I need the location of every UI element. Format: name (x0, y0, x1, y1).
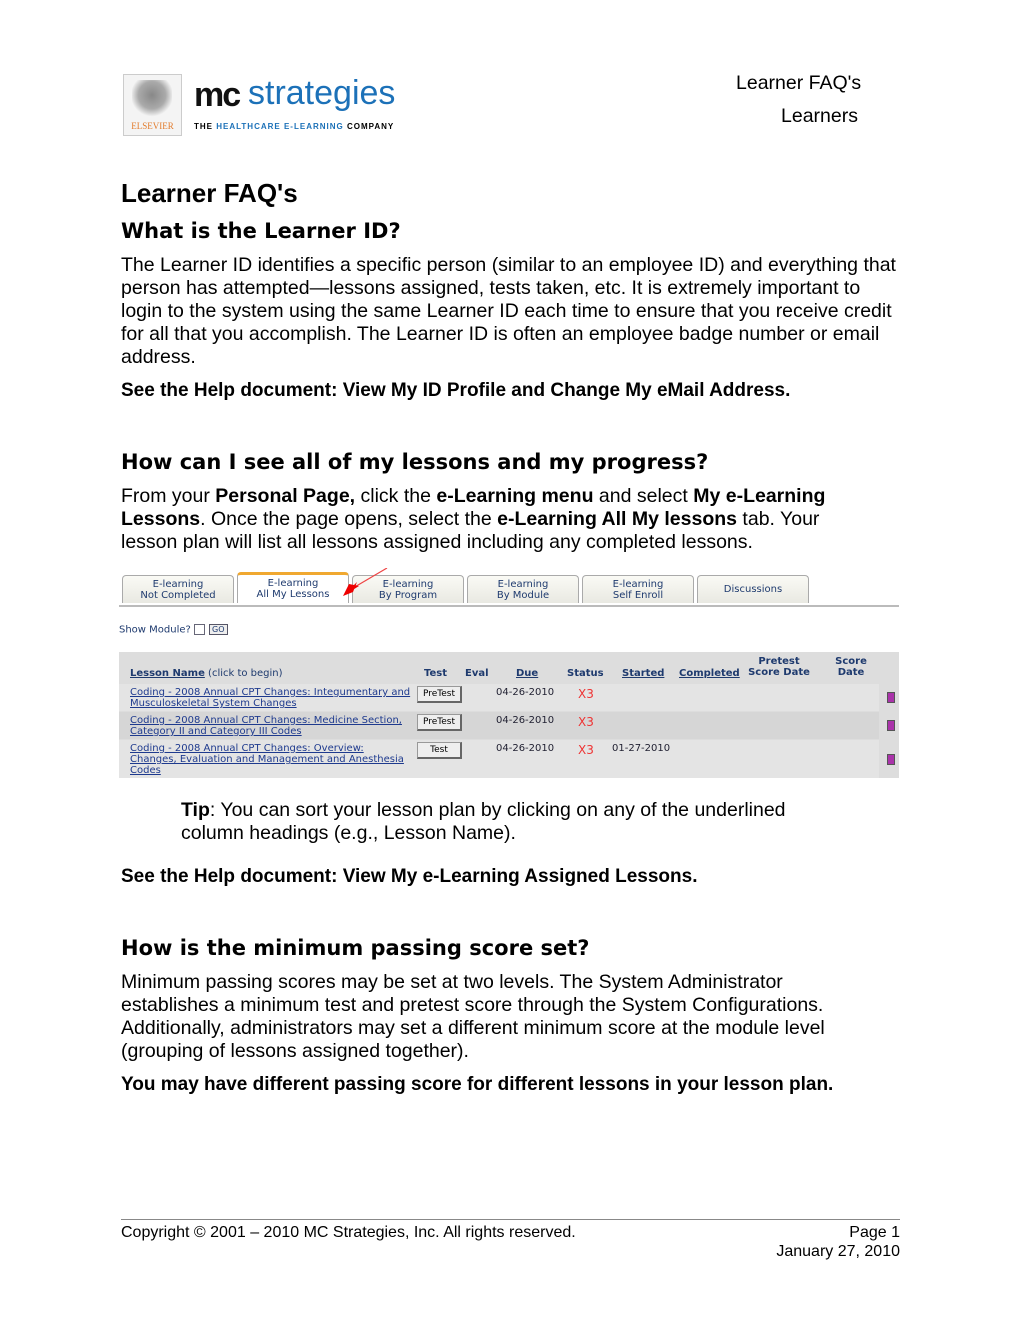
help-reference: See the Help document: View My ID Profil… (121, 380, 791, 401)
status-incomplete-icon: X3 (578, 743, 594, 757)
tab-label: Discussions (723, 584, 783, 595)
logo-tagline: THE HEALTHCARE E-LEARNING COMPANY (194, 122, 395, 131)
tab-label: E-learning (152, 579, 204, 590)
show-module: Show Module? GO (119, 624, 228, 636)
tab-label: E-learning (267, 578, 319, 589)
text-run: From your (121, 485, 216, 507)
col-pretest-score-date: Pretest Score Date (748, 656, 810, 678)
section-body: From your Personal Page, click the e-Lea… (121, 485, 861, 554)
book-icon[interactable] (887, 692, 895, 703)
tree-icon (132, 80, 172, 118)
text-run: click the (355, 485, 437, 507)
elsevier-logo: ELSEVIER (123, 74, 182, 136)
footer-divider (121, 1219, 900, 1220)
page-title: Learner FAQ's (121, 178, 298, 208)
due-date: 04-26-2010 (496, 743, 555, 754)
doc-date: January 27, 2010 (776, 1243, 900, 1260)
show-module-checkbox[interactable] (194, 624, 206, 635)
book-icon[interactable] (887, 720, 895, 731)
table-row: Coding - 2008 Annual CPT Changes: Integu… (119, 684, 895, 711)
tab-label: Self Enroll (612, 590, 664, 601)
tab-label: By Module (496, 590, 550, 601)
section-body: Minimum passing scores may be set at two… (121, 971, 825, 1062)
status-incomplete-icon: X3 (578, 715, 594, 729)
tab-discussions[interactable]: Discussions (697, 575, 809, 603)
page-number: Page 1 (849, 1224, 900, 1241)
table-row: Coding - 2008 Annual CPT Changes: Overvi… (119, 740, 895, 778)
tab-label: E-learning (497, 579, 549, 590)
document-page: ELSEVIER mc strategies THE HEALTHCARE E-… (0, 0, 1020, 1320)
pretest-button[interactable]: PreTest (417, 686, 462, 703)
bold-term: e-Learning All My lessons (497, 508, 738, 530)
lesson-link[interactable]: Coding - 2008 Annual CPT Changes: Overvi… (130, 743, 412, 776)
tip: Tip: You can sort your lesson plan by cl… (181, 799, 786, 844)
tab-by-module[interactable]: E-learning By Module (467, 575, 579, 603)
bold-term: Personal Page, (215, 485, 356, 507)
table-row: Coding - 2008 Annual CPT Changes: Medici… (119, 712, 895, 739)
tab-bar: E-learning Not Completed E-learning All My … (119, 572, 899, 607)
tab-label: Not Completed (140, 590, 216, 601)
tab-all-my-lessons[interactable]: E-learning All My Lessons (237, 572, 349, 603)
book-icon[interactable] (887, 754, 895, 765)
lesson-link[interactable]: Coding - 2008 Annual CPT Changes: Medici… (130, 715, 412, 737)
section-body: The Learner ID identifies a specific per… (121, 254, 896, 368)
started-date: 01-27-2010 (612, 743, 671, 754)
lessons-screenshot: E-learning Not Completed E-learning All My … (119, 568, 899, 778)
go-button[interactable]: GO (209, 624, 228, 635)
logo-strategies: strategies (248, 74, 396, 112)
tab-label: E-learning (612, 579, 664, 590)
lessons-table: Lesson Name (click to begin) Test Eval D… (119, 652, 899, 778)
logo-mc: mc (194, 76, 241, 114)
status-incomplete-icon: X3 (578, 687, 594, 701)
red-arrow-icon (343, 568, 388, 596)
test-button[interactable]: Test (417, 742, 462, 759)
lesson-link[interactable]: Coding - 2008 Annual CPT Changes: Integu… (130, 687, 412, 709)
header-doc-section: Learners (781, 105, 858, 127)
tab-self-enroll[interactable]: E-learning Self Enroll (582, 575, 694, 603)
header-doc-title: Learner FAQ's (736, 72, 862, 94)
section-heading: How can I see all of my lessons and my p… (121, 450, 709, 474)
section-heading: How is the minimum passing score set? (121, 936, 590, 960)
tab-label: All My Lessons (256, 589, 330, 600)
text-run: and select (593, 485, 694, 507)
section-heading: What is the Learner ID? (121, 219, 401, 243)
pretest-button[interactable]: PreTest (417, 714, 462, 731)
due-date: 04-26-2010 (496, 687, 555, 698)
copyright: Copyright © 2001 – 2010 MC Strategies, I… (121, 1224, 576, 1241)
text-run: . Once the page opens, select the (200, 508, 498, 530)
help-reference: See the Help document: View My e-Learnin… (121, 866, 698, 887)
col-score-date: Score Date (835, 656, 867, 678)
note: You may have different passing score for… (121, 1074, 834, 1095)
due-date: 04-26-2010 (496, 715, 555, 726)
tab-not-completed[interactable]: E-learning Not Completed (122, 575, 234, 603)
bold-term: e-Learning menu (436, 485, 594, 507)
